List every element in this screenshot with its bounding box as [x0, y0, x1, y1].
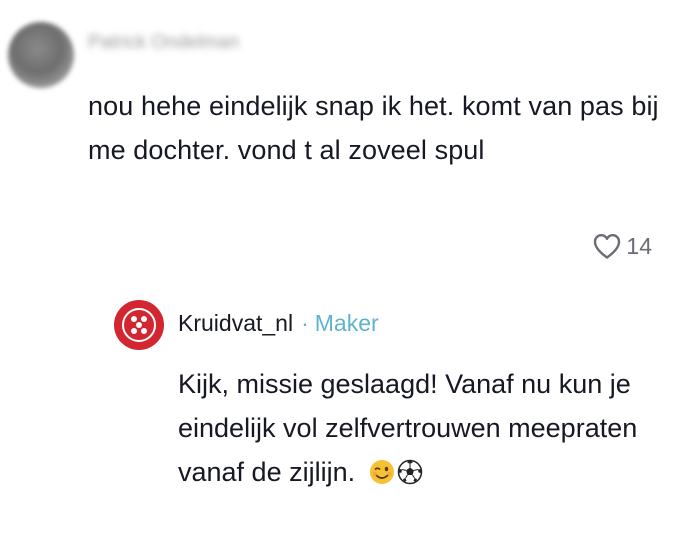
- reply-username[interactable]: Kruidvat_nl: [178, 310, 293, 337]
- brand-avatar[interactable]: [114, 300, 164, 350]
- like-button[interactable]: 14: [592, 230, 652, 262]
- like-count: 14: [626, 233, 652, 259]
- brand-logo-dot: [141, 316, 147, 322]
- brand-logo-dot: [131, 316, 137, 322]
- brand-logo-dot: [131, 328, 137, 334]
- winking-face-icon: [369, 460, 394, 484]
- comment-username[interactable]: Patrick Ondelman: [88, 30, 308, 56]
- brand-logo-dot: [136, 322, 142, 328]
- heart-outline-icon: [594, 234, 621, 259]
- brand-logo-dot: [141, 328, 147, 334]
- avatar[interactable]: [8, 22, 74, 88]
- reply-header: Kruidvat_nl · Maker: [178, 306, 379, 340]
- comment-text: nou hehe eindelijk snap ik het. komt van…: [88, 91, 659, 165]
- soccer-ball-icon: [397, 459, 422, 485]
- reply-text-block: Kijk, missie geslaagd! Vanaf nu kun je e…: [178, 362, 648, 494]
- separator-dot: ·: [301, 309, 309, 336]
- creator-badge: Maker: [314, 309, 379, 336]
